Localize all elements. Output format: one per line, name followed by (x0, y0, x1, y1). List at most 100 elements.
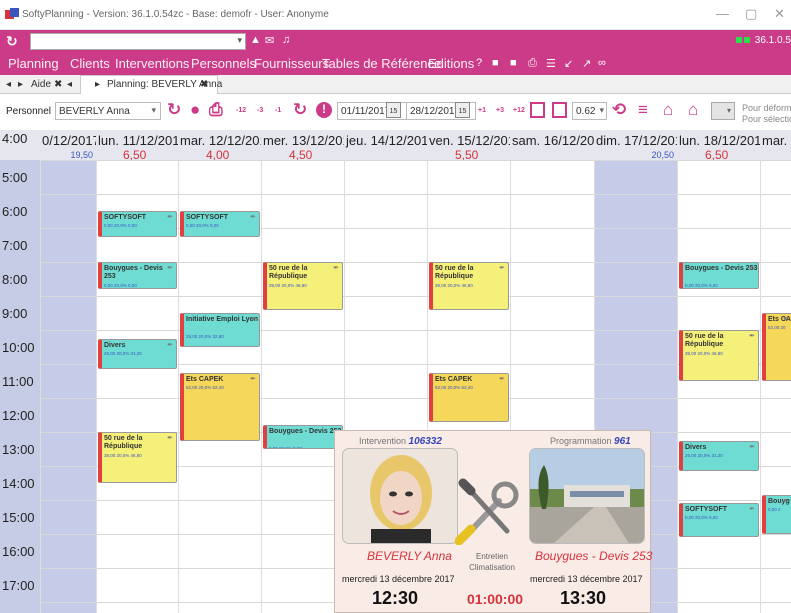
nav-minus-1-button[interactable]: -1 (275, 107, 281, 114)
calendar-icon[interactable]: ☰ (546, 57, 556, 70)
appointment[interactable]: Ets CA 52,00 20 ✒ (762, 313, 791, 381)
pin-icon[interactable]: ▲ (250, 34, 261, 46)
nav-plus-1-button[interactable]: +1 (478, 107, 486, 114)
appointment[interactable]: 50 rue de la République 39,00 20,0% 46,80… (263, 262, 343, 310)
appointment[interactable]: Divers 26,00 20,0% 31,20 ✒ (98, 338, 177, 370)
day-header[interactable]: jeu. 14/12/2017 (344, 130, 427, 160)
tab-aide[interactable]: Aide (31, 79, 51, 90)
edit-pen-icon[interactable]: ✒ (749, 264, 755, 272)
appointment[interactable]: Divers 26,00 20,0% 31,20 ✒ (679, 440, 759, 472)
nav-minus-12-button[interactable]: -12 (236, 107, 246, 114)
edit-pen-icon[interactable]: ✒ (783, 315, 789, 323)
refresh-icon[interactable]: ↻ (293, 100, 307, 120)
menu-personnels[interactable]: Personnels (191, 56, 256, 71)
refresh-icon[interactable]: ↻ (6, 33, 18, 50)
appointment[interactable]: 50 rue de la République 39,00 20,0% 46,80… (679, 330, 759, 381)
day-header[interactable]: 0/12/2017 19,50 (40, 130, 96, 160)
lock-open-icon[interactable]: ⌂ (688, 100, 698, 120)
appointment[interactable]: SOFTYSOFT 0,00 20,0% 0,00 ✒ (98, 211, 177, 237)
day-header[interactable]: mer. 13/12/20174,50 (261, 130, 344, 160)
edit-pen-icon[interactable]: ✒ (499, 375, 505, 383)
microphone-icon[interactable]: ♫ (282, 34, 290, 46)
person-icon[interactable]: ● (190, 100, 200, 120)
edit-pen-icon[interactable]: ✒ (749, 332, 755, 340)
print-icon[interactable]: ⎙ (209, 100, 223, 120)
personnel-select[interactable]: BEVERLY Anna ▾ (55, 102, 161, 120)
day-header[interactable]: lun. 18/12/2017 6,50 (677, 130, 760, 160)
tab-nav-right-icon[interactable]: ▸ (18, 79, 23, 90)
chevron-down-icon[interactable]: ▾ (599, 105, 604, 116)
edit-pen-icon[interactable]: ✒ (167, 434, 173, 442)
arrow-up-right-icon[interactable]: ↗ (582, 57, 591, 70)
folder-icon[interactable]: ■ (492, 57, 499, 69)
zoom-select[interactable]: 0.62 ▾ (572, 102, 607, 120)
appointment[interactable]: SOFTYSOFT 0,00 20,0% 0,00 ✒ (180, 211, 260, 237)
nav-minus-3-button[interactable]: -3 (257, 107, 263, 114)
tab-nav-right-icon[interactable]: ▸ (95, 79, 100, 90)
command-combo[interactable]: ▾ (30, 33, 246, 50)
edit-pen-icon[interactable]: ✒ (250, 375, 256, 383)
edit-pen-icon[interactable]: ✒ (749, 505, 755, 513)
chevron-down-icon[interactable]: ▾ (151, 105, 156, 116)
close-tab-icon[interactable]: ✖ (200, 79, 208, 90)
menu-tables-reference[interactable]: Tables de Référence (322, 56, 441, 71)
folder-open-icon[interactable]: ■ (510, 57, 517, 69)
menu-planning[interactable]: Planning (8, 56, 59, 71)
appointment[interactable]: Bouygues - Devis 2530,00 20,0% 0,00✒ (98, 262, 177, 290)
help-icon[interactable]: ? (476, 57, 482, 69)
appointment-title: 50 rue de la République (104, 435, 143, 450)
close-tab-icon[interactable]: ✖ (54, 79, 62, 90)
edit-pen-icon[interactable]: ✒ (783, 497, 789, 505)
tab-nav-left-icon[interactable]: ◂ (6, 79, 11, 90)
day-header[interactable]: dim. 17/12/2017 20,50 (594, 130, 677, 160)
edit-pen-icon[interactable]: ✒ (167, 213, 173, 221)
day-header[interactable]: lun. 11/12/2017 6,50 (96, 130, 178, 160)
link-icon[interactable]: ∞ (598, 57, 606, 69)
calendar-day-icon[interactable] (530, 102, 545, 118)
appointment[interactable]: Ets CAPEK 52,00 20,0% 62,40 ✒ (180, 372, 260, 441)
edit-pen-icon[interactable]: ✒ (250, 315, 256, 323)
appointment[interactable]: 50 rue de la République 39,00 20,0% 46,80… (429, 262, 509, 310)
hour-label: 9:00 (2, 306, 28, 321)
appointment[interactable]: Bouyg 0,00 2 ✒ (762, 494, 791, 534)
appointment[interactable]: Bouygues - Devis 2530,00 20,0% 0,00✒ (263, 425, 343, 449)
arrow-down-left-icon[interactable]: ↙ (564, 57, 573, 70)
refresh-icon[interactable]: ↻ (167, 100, 181, 120)
options-dropdown[interactable]: ▾ (711, 102, 735, 120)
nav-plus-12-button[interactable]: +12 (513, 107, 525, 114)
calendar-icon[interactable]: 15 (455, 102, 470, 118)
maximize-button[interactable]: ▢ (745, 6, 757, 22)
menu-fournisseurs[interactable]: Fournisseurs (254, 56, 329, 71)
day-header[interactable]: sam. 16/12/2017 (510, 130, 594, 160)
nav-plus-3-button[interactable]: +3 (496, 107, 504, 114)
edit-pen-icon[interactable]: ✒ (499, 264, 505, 272)
edit-pen-icon[interactable]: ✒ (333, 264, 339, 272)
calendar-week-icon[interactable] (552, 102, 567, 118)
day-header[interactable]: mar. 12/12/20174,00 (178, 130, 261, 160)
appointment[interactable]: Ets CAPEK 52,00 20,0% 62,40 ✒ (429, 372, 509, 422)
alert-icon[interactable]: ! (316, 102, 332, 118)
appointment[interactable]: 50 rue de la République 39,00 20,0% 46,80… (98, 432, 177, 483)
close-window-button[interactable]: ✕ (774, 6, 785, 22)
edit-pen-icon[interactable]: ✒ (250, 213, 256, 221)
message-icon[interactable]: ✉ (265, 34, 274, 47)
minimize-button[interactable]: — (716, 6, 729, 21)
printer-icon[interactable]: ⎙ (528, 57, 537, 70)
day-header[interactable]: mar. (760, 130, 791, 160)
list-indent-icon[interactable]: ≡ (638, 100, 648, 120)
tab-nav-left-icon[interactable]: ◂ (67, 79, 72, 90)
chevron-down-icon[interactable]: ▾ (237, 35, 242, 46)
edit-pen-icon[interactable]: ✒ (167, 341, 173, 349)
appointment[interactable]: Initiative Emploi Lyon 28,00 20,0% 32,80 ✒ (180, 313, 260, 347)
edit-pen-icon[interactable]: ✒ (167, 264, 173, 272)
edit-pen-icon[interactable]: ✒ (749, 443, 755, 451)
menu-interventions[interactable]: Interventions (115, 56, 189, 71)
day-header[interactable]: ven. 15/12/20175,50 (427, 130, 510, 160)
appointment[interactable]: Bouygues - Devis 2530,00 20,0% 0,00✒ (679, 262, 759, 290)
history-icon[interactable]: ⟲ (612, 100, 626, 120)
appointment[interactable]: SOFTYSOFT 0,00 20,0% 0,00 ✒ (679, 503, 759, 538)
calendar-icon[interactable]: 15 (386, 102, 401, 118)
menu-clients[interactable]: Clients (70, 56, 110, 71)
menu-editions[interactable]: Editions (428, 56, 474, 71)
lock-icon[interactable]: ⌂ (663, 100, 673, 120)
